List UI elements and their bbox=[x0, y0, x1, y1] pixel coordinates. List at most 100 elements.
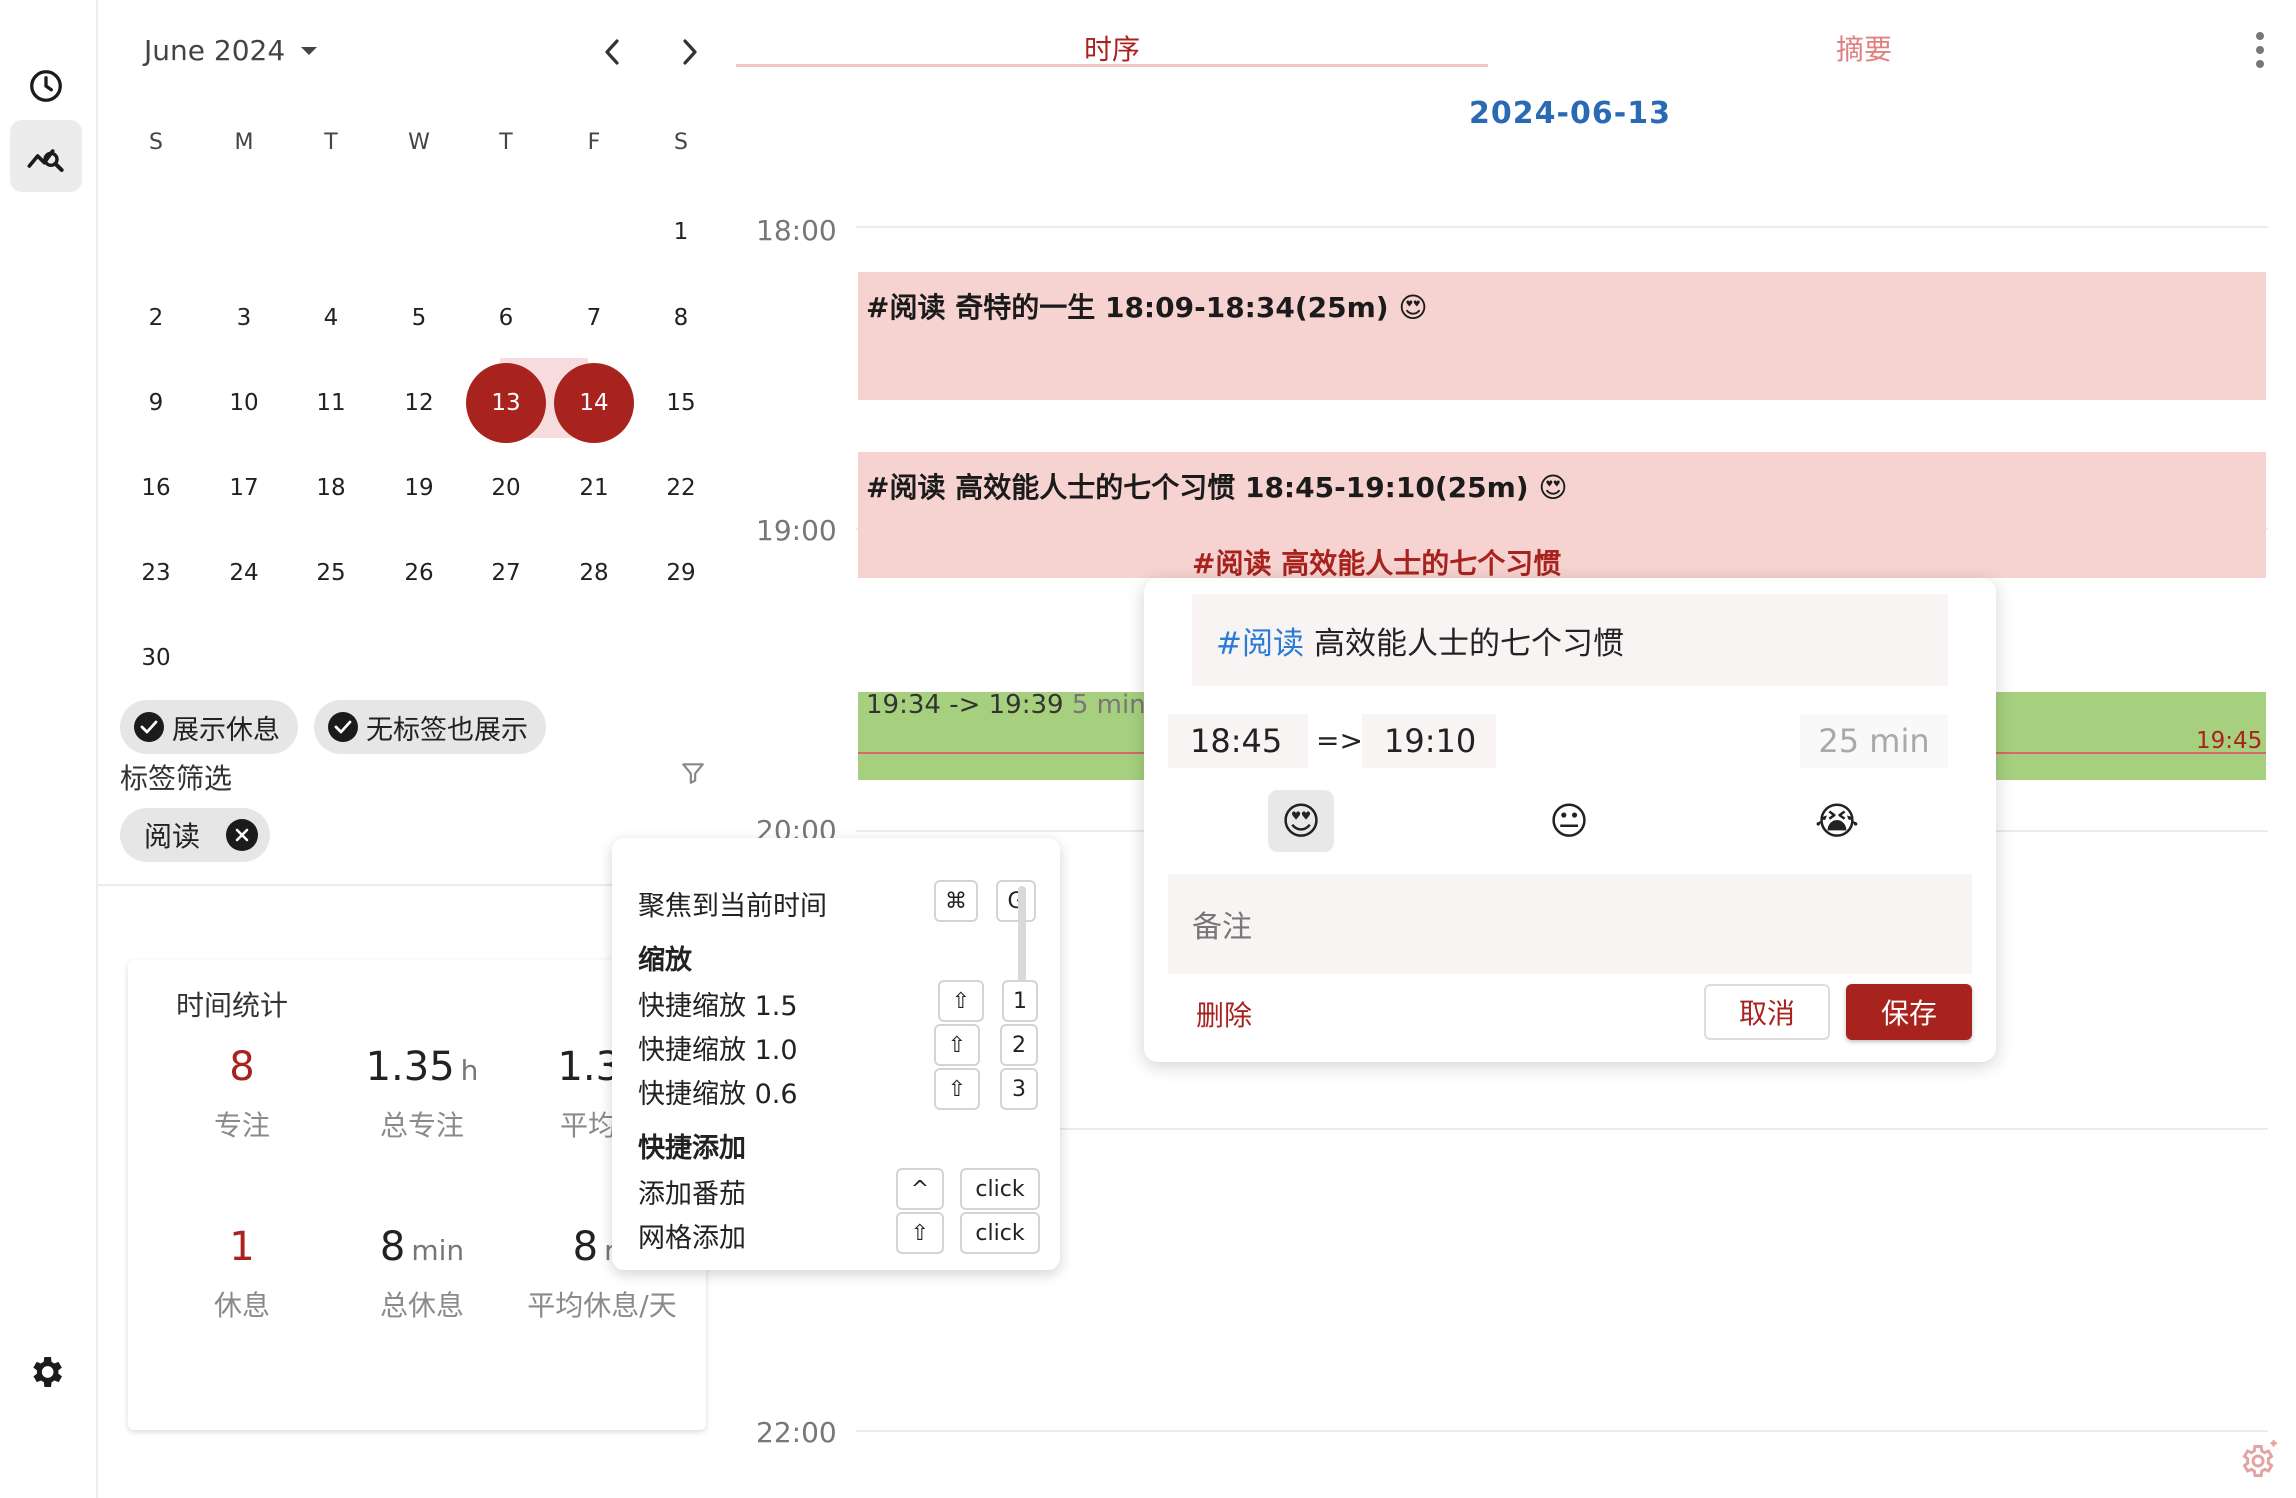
calendar-day[interactable]: 6 bbox=[466, 278, 546, 358]
calendar-day[interactable]: 8 bbox=[641, 278, 721, 358]
current-time-label: 19:45 bbox=[2196, 728, 2263, 754]
shortcut-key: 2 bbox=[1000, 1024, 1038, 1066]
gear-sparkle-icon[interactable] bbox=[2232, 1436, 2282, 1490]
calendar-day[interactable]: 1 bbox=[641, 192, 721, 272]
check-circle-icon bbox=[328, 712, 358, 742]
stat-focus-count: 8 bbox=[229, 1044, 255, 1090]
next-month-button[interactable] bbox=[668, 30, 712, 74]
show-rest-chip[interactable]: 展示休息 bbox=[120, 700, 298, 754]
tag-chip-reading[interactable]: 阅读 bbox=[120, 808, 271, 862]
command-key-icon: ⌘ bbox=[934, 880, 978, 922]
calendar-day[interactable]: 7 bbox=[554, 278, 634, 358]
calendar-day[interactable]: 26 bbox=[379, 533, 459, 613]
shortcut-label: 聚焦到当前时间 bbox=[638, 891, 827, 922]
calendar-day[interactable]: 16 bbox=[116, 448, 196, 528]
calendar-day[interactable]: 20 bbox=[466, 448, 546, 528]
tab-summary[interactable]: 摘要 bbox=[1488, 28, 2240, 68]
calendar-day[interactable]: 17 bbox=[204, 448, 284, 528]
shortcut-section-heading: 缩放 bbox=[638, 945, 692, 976]
shortcut-label: 快捷缩放 1.0 bbox=[638, 1035, 798, 1066]
caret-down-icon bbox=[301, 46, 318, 55]
rest-event-label: 19:34 -> 19:39 5 min bbox=[866, 690, 1146, 718]
event-title-field[interactable]: #阅读 高效能人士的七个习惯 bbox=[1192, 594, 1948, 686]
control-key-icon: ^ bbox=[896, 1168, 944, 1210]
stat-label: 休息 bbox=[213, 1289, 270, 1322]
mood-neutral-button[interactable]: 😐 bbox=[1536, 790, 1602, 852]
calendar-day[interactable]: 27 bbox=[466, 533, 546, 613]
calendar-day[interactable]: 23 bbox=[116, 533, 196, 613]
shortcut-key: G bbox=[996, 880, 1036, 922]
calendar-day[interactable]: 5 bbox=[379, 278, 459, 358]
calendar-day[interactable]: 18 bbox=[291, 448, 371, 528]
shift-key-icon: ⇧ bbox=[896, 1212, 944, 1254]
shortcut-label: 添加番茄 bbox=[638, 1179, 746, 1210]
calendar-day[interactable]: 24 bbox=[204, 533, 284, 613]
hour-gridline bbox=[856, 226, 2268, 228]
chart-search-icon bbox=[27, 149, 64, 172]
filter-icon bbox=[682, 763, 704, 784]
end-time-field[interactable]: 19:10 bbox=[1362, 714, 1496, 768]
weekday-label: T bbox=[324, 130, 338, 155]
delete-button[interactable]: 删除 bbox=[1196, 994, 1252, 1034]
more-menu-button[interactable] bbox=[2254, 30, 2266, 74]
shortcuts-scrollbar[interactable] bbox=[1018, 886, 1026, 986]
calendar-day[interactable]: 25 bbox=[291, 533, 371, 613]
event-tag: #阅读 bbox=[1216, 625, 1304, 662]
mood-happy-button[interactable]: 😍 bbox=[1268, 790, 1334, 852]
weekday-label: T bbox=[499, 130, 513, 155]
timeline-nav-button[interactable] bbox=[10, 50, 82, 122]
tag-filter-label: 标签筛选 bbox=[120, 762, 233, 795]
calendar-day[interactable]: 12 bbox=[379, 363, 459, 443]
settings-button[interactable] bbox=[26, 1352, 66, 1396]
note-input[interactable]: 备注 bbox=[1168, 874, 1972, 974]
calendar-day[interactable]: 21 bbox=[554, 448, 634, 528]
start-time-field[interactable]: 18:45 bbox=[1168, 714, 1308, 768]
tab-indicator bbox=[736, 64, 1488, 67]
cancel-button[interactable]: 取消 bbox=[1704, 984, 1830, 1040]
weekday-label: M bbox=[234, 130, 254, 155]
prev-month-button[interactable] bbox=[590, 30, 634, 74]
show-rest-label: 展示休息 bbox=[172, 714, 280, 746]
calendar-day[interactable]: 15 bbox=[641, 363, 721, 443]
tab-timeline[interactable]: 时序 bbox=[736, 28, 1488, 68]
shift-key-icon: ⇧ bbox=[938, 980, 984, 1022]
calendar-day[interactable]: 9 bbox=[116, 363, 196, 443]
stat-label: 专注 bbox=[213, 1109, 270, 1142]
calendar-day-selected[interactable]: 14 bbox=[554, 363, 634, 443]
show-untagged-chip[interactable]: 无标签也展示 bbox=[314, 700, 546, 754]
month-label: June 2024 bbox=[144, 34, 286, 67]
clock-icon bbox=[30, 70, 62, 102]
shortcut-label: 快捷缩放 1.5 bbox=[638, 991, 798, 1022]
stat-label: 总专注 bbox=[379, 1109, 464, 1142]
weekday-label: W bbox=[408, 130, 430, 155]
calendar-day[interactable]: 29 bbox=[641, 533, 721, 613]
shortcut-section-heading: 快捷添加 bbox=[638, 1133, 746, 1164]
calendar-day-selected[interactable]: 13 bbox=[466, 363, 546, 443]
shortcut-label: 网格添加 bbox=[638, 1223, 746, 1254]
calendar-day[interactable]: 11 bbox=[291, 363, 371, 443]
calendar-day[interactable]: 22 bbox=[641, 448, 721, 528]
shift-key-icon: ⇧ bbox=[934, 1024, 980, 1066]
calendar-day[interactable]: 3 bbox=[204, 278, 284, 358]
calendar-day[interactable]: 4 bbox=[291, 278, 371, 358]
filter-button[interactable] bbox=[680, 760, 706, 790]
calendar-day[interactable]: 28 bbox=[554, 533, 634, 613]
dragging-event-title: #阅读 高效能人士的七个习惯 bbox=[1190, 542, 1564, 582]
shortcut-label: 快捷缩放 0.6 bbox=[638, 1079, 798, 1110]
shortcut-key: 3 bbox=[1000, 1068, 1038, 1110]
hour-gridline bbox=[856, 1128, 2268, 1130]
close-icon[interactable] bbox=[226, 819, 259, 851]
weekday-label: S bbox=[149, 130, 163, 155]
calendar-day[interactable]: 30 bbox=[116, 618, 196, 698]
hour-label: 20:00 bbox=[756, 814, 837, 840]
timeline-date: 2024-06-13 bbox=[1469, 96, 1671, 131]
save-button[interactable]: 保存 bbox=[1846, 984, 1972, 1040]
calendar-day[interactable]: 10 bbox=[204, 363, 284, 443]
stats-nav-button[interactable] bbox=[10, 120, 82, 192]
gear-icon bbox=[33, 1357, 63, 1387]
month-selector[interactable]: June 2024 bbox=[144, 34, 319, 67]
calendar-day[interactable]: 19 bbox=[379, 448, 459, 528]
mood-sad-button[interactable]: 😭 bbox=[1804, 790, 1870, 852]
calendar-day[interactable]: 2 bbox=[116, 278, 196, 358]
chevron-right-icon bbox=[683, 39, 697, 65]
